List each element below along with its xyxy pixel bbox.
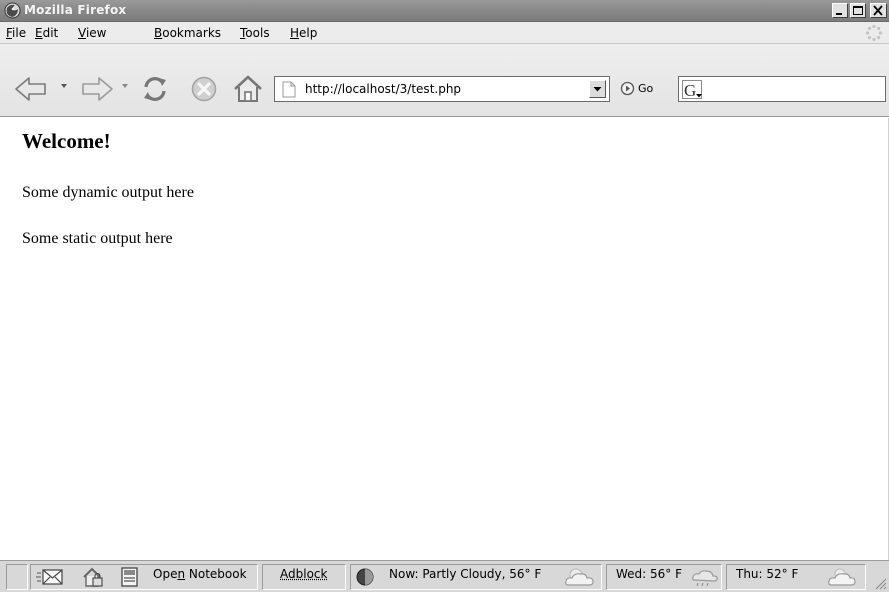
- status-panel-blank: [6, 564, 28, 590]
- menu-help-accesskey: H: [290, 26, 300, 40]
- navigation-toolbar: Go G: [0, 44, 889, 117]
- menu-tools[interactable]: Tools: [240, 26, 270, 40]
- close-button[interactable]: [870, 3, 887, 18]
- menu-view-label: iew: [85, 26, 107, 40]
- open-notebook-post: Notebook: [185, 567, 247, 581]
- maximize-icon: [853, 6, 863, 15]
- back-dropdown-icon[interactable]: [61, 84, 67, 88]
- stop-icon[interactable]: [190, 75, 218, 103]
- dynamic-output-text: Some dynamic output here: [22, 184, 194, 201]
- menu-help-label: elp: [299, 26, 318, 40]
- adblock-button[interactable]: Adblock: [280, 567, 327, 581]
- reload-icon[interactable]: [140, 74, 170, 104]
- open-notebook-pre: Ope: [153, 567, 178, 581]
- resize-grip-icon[interactable]: [873, 576, 887, 590]
- menu-file[interactable]: File: [6, 26, 26, 40]
- partly-cloudy-icon: [565, 568, 594, 586]
- weather-wed-text: Wed: 56° F: [616, 567, 683, 581]
- menu-help[interactable]: Help: [290, 26, 317, 40]
- menu-edit-label: dit: [42, 26, 59, 40]
- firefox-icon: [4, 2, 21, 19]
- throbber-icon: [865, 24, 883, 42]
- close-icon: [873, 5, 883, 16]
- menu-bookmarks-accesskey: B: [154, 26, 163, 40]
- open-notebook-accesskey: n: [177, 567, 186, 581]
- status-bar: Open Notebook Adblock Now: Partly Cloudy…: [0, 560, 889, 592]
- house-lock-icon[interactable]: [82, 567, 104, 588]
- url-bar[interactable]: [274, 76, 610, 102]
- cloud-icon: [828, 568, 856, 586]
- go-icon[interactable]: [620, 81, 635, 96]
- home-icon[interactable]: [232, 74, 264, 104]
- open-notebook-label[interactable]: Open Notebook: [153, 567, 247, 581]
- mail-icon[interactable]: [36, 569, 64, 586]
- weather-thu-text: Thu: 52° F: [736, 567, 799, 581]
- notebook-icon[interactable]: [120, 567, 140, 588]
- search-bar[interactable]: G: [678, 76, 886, 102]
- forward-icon[interactable]: [80, 76, 114, 102]
- page-content[interactable]: Welcome! Some dynamic output here Some s…: [0, 118, 889, 560]
- menu-view[interactable]: View: [78, 26, 106, 40]
- go-button[interactable]: Go: [638, 82, 653, 95]
- menu-bar: File Edit View Bookmarks Tools Help: [0, 22, 889, 44]
- page-icon: [282, 81, 296, 98]
- window-title: Mozilla Firefox: [24, 3, 127, 17]
- chevron-down-icon: [593, 87, 602, 92]
- menu-edit[interactable]: Edit: [35, 26, 58, 40]
- menu-tools-label: ools: [245, 26, 270, 40]
- search-input[interactable]: [707, 80, 881, 98]
- menu-bookmarks-label: ookmarks: [162, 26, 222, 40]
- menu-view-accesskey: V: [78, 26, 86, 40]
- page-heading: Welcome!: [22, 129, 111, 153]
- menu-bookmarks[interactable]: Bookmarks: [154, 26, 221, 40]
- search-engine-letter: G: [684, 81, 696, 100]
- title-bar[interactable]: Mozilla Firefox: [0, 0, 889, 22]
- minimize-button[interactable]: [832, 3, 848, 18]
- google-engine-icon[interactable]: G: [682, 80, 704, 100]
- cloud-rain-icon: [692, 570, 718, 587]
- maximize-button[interactable]: [850, 3, 866, 18]
- weather-status-icon[interactable]: [356, 568, 374, 586]
- menu-file-label: ile: [12, 26, 27, 40]
- back-icon[interactable]: [14, 76, 48, 102]
- weather-now-text: Now: Partly Cloudy, 56° F: [389, 567, 542, 581]
- static-output-text: Some static output here: [22, 230, 173, 247]
- menu-edit-accesskey: E: [35, 26, 43, 40]
- url-input[interactable]: [305, 80, 575, 98]
- forward-dropdown-icon[interactable]: [122, 84, 128, 88]
- minimize-icon: [836, 13, 842, 15]
- url-dropdown-button[interactable]: [589, 80, 606, 98]
